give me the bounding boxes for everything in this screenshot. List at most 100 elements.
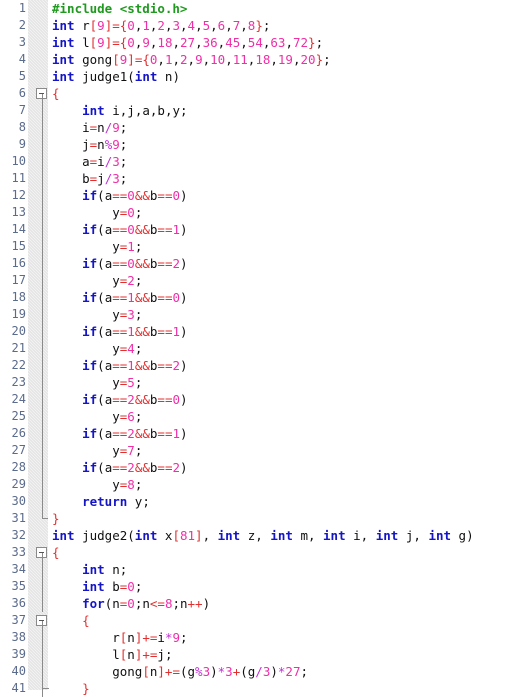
fold-column-cell[interactable]: [36, 544, 50, 561]
fold-column-cell[interactable]: [36, 102, 50, 119]
code-text[interactable]: int n;: [52, 561, 127, 578]
code-line[interactable]: 34 int n;: [0, 561, 506, 578]
fold-column-cell[interactable]: [36, 85, 50, 102]
fold-column-cell[interactable]: [36, 476, 50, 493]
code-text[interactable]: a=i/3;: [52, 153, 127, 170]
code-text[interactable]: return y;: [52, 493, 150, 510]
fold-column-cell[interactable]: [36, 187, 50, 204]
code-line[interactable]: 26 if(a==2&&b==1): [0, 425, 506, 442]
code-text[interactable]: int i,j,a,b,y;: [52, 102, 187, 119]
code-editor[interactable]: 1 #include <stdio.h> 2 int r[9]={0,1,2,3,4,…: [0, 0, 506, 697]
code-line[interactable]: 14 if(a==0&&b==1): [0, 221, 506, 238]
fold-column-cell[interactable]: [36, 425, 50, 442]
fold-column-cell[interactable]: [36, 255, 50, 272]
fold-column-cell[interactable]: [36, 17, 50, 34]
fold-column-cell[interactable]: [36, 391, 50, 408]
fold-column-cell[interactable]: [36, 510, 50, 527]
code-line[interactable]: 6{: [0, 85, 506, 102]
code-line[interactable]: 31}: [0, 510, 506, 527]
fold-column-cell[interactable]: [36, 629, 50, 646]
fold-column-cell[interactable]: [36, 374, 50, 391]
code-text[interactable]: y=7;: [52, 442, 142, 459]
code-line[interactable]: 17 y=2;: [0, 272, 506, 289]
code-line[interactable]: 16 if(a==0&&b==2): [0, 255, 506, 272]
code-text[interactable]: if(a==1&&b==2): [52, 357, 187, 374]
fold-column-cell[interactable]: [36, 68, 50, 85]
code-line[interactable]: 40 gong[n]+=(g%3)*3+(g/3)*27;: [0, 663, 506, 680]
fold-column-cell[interactable]: [36, 153, 50, 170]
code-text[interactable]: {: [52, 544, 60, 561]
code-line[interactable]: 10 a=i/3;: [0, 153, 506, 170]
code-line[interactable]: 7 int i,j,a,b,y;: [0, 102, 506, 119]
fold-column-cell[interactable]: [36, 663, 50, 680]
code-text[interactable]: int judge1(int n): [52, 68, 180, 85]
fold-column-cell[interactable]: [36, 459, 50, 476]
code-line[interactable]: 2 int r[9]={0,1,2,3,4,5,6,7,8};: [0, 17, 506, 34]
code-line[interactable]: 28 if(a==2&&b==2): [0, 459, 506, 476]
code-text[interactable]: y=4;: [52, 340, 142, 357]
fold-column-cell[interactable]: [36, 408, 50, 425]
fold-column-cell[interactable]: [36, 306, 50, 323]
fold-column-cell[interactable]: [36, 527, 50, 544]
code-text[interactable]: y=0;: [52, 204, 142, 221]
code-text[interactable]: b=j/3;: [52, 170, 127, 187]
code-text[interactable]: if(a==0&&b==1): [52, 221, 187, 238]
fold-column-cell[interactable]: [36, 612, 50, 629]
code-line[interactable]: 33 {: [0, 544, 506, 561]
code-line[interactable]: 27 y=7;: [0, 442, 506, 459]
code-line[interactable]: 20 if(a==1&&b==1): [0, 323, 506, 340]
code-line[interactable]: 19 y=3;: [0, 306, 506, 323]
code-text[interactable]: j=n%9;: [52, 136, 127, 153]
code-text[interactable]: int judge2(int x[81], int z, int m, int …: [52, 527, 474, 544]
code-text[interactable]: y=5;: [52, 374, 142, 391]
code-line[interactable]: 3 int l[9]={0,9,18,27,36,45,54,63,72};: [0, 34, 506, 51]
fold-column-cell[interactable]: [36, 221, 50, 238]
fold-column-cell[interactable]: [36, 0, 50, 17]
code-text[interactable]: for(n=0;n<=8;n++): [52, 595, 210, 612]
code-line[interactable]: 35 int b=0;: [0, 578, 506, 595]
fold-column-cell[interactable]: [36, 34, 50, 51]
code-line[interactable]: 21 y=4;: [0, 340, 506, 357]
code-rows-container[interactable]: 1 #include <stdio.h> 2 int r[9]={0,1,2,3,4,…: [0, 0, 506, 697]
code-line[interactable]: 29 y=8;: [0, 476, 506, 493]
fold-column-cell[interactable]: [36, 442, 50, 459]
code-text[interactable]: }: [52, 510, 60, 527]
code-line[interactable]: 38 r[n]+=i*9;: [0, 629, 506, 646]
code-line[interactable]: 11 b=j/3;: [0, 170, 506, 187]
code-line[interactable]: 5 int judge1(int n): [0, 68, 506, 85]
code-text[interactable]: if(a==2&&b==0): [52, 391, 187, 408]
code-text[interactable]: if(a==1&&b==0): [52, 289, 187, 306]
code-text[interactable]: r[n]+=i*9;: [52, 629, 187, 646]
code-text[interactable]: {: [52, 85, 60, 102]
fold-column-cell[interactable]: [36, 136, 50, 153]
code-line[interactable]: 22 if(a==1&&b==2): [0, 357, 506, 374]
fold-column-cell[interactable]: [36, 170, 50, 187]
fold-column-cell[interactable]: [36, 51, 50, 68]
code-line[interactable]: 39 l[n]+=j;: [0, 646, 506, 663]
code-line[interactable]: 15 y=1;: [0, 238, 506, 255]
code-line[interactable]: 8 i=n/9;: [0, 119, 506, 136]
code-text[interactable]: int r[9]={0,1,2,3,4,5,6,7,8};: [52, 17, 270, 34]
code-text[interactable]: if(a==2&&b==2): [52, 459, 187, 476]
code-text[interactable]: #include <stdio.h>: [52, 0, 187, 17]
code-line[interactable]: 9 j=n%9;: [0, 136, 506, 153]
fold-column-cell[interactable]: [36, 578, 50, 595]
fold-column-cell[interactable]: [36, 357, 50, 374]
fold-column-cell[interactable]: [36, 340, 50, 357]
code-line[interactable]: 37 {: [0, 612, 506, 629]
code-line[interactable]: 32 int judge2(int x[81], int z, int m, in…: [0, 527, 506, 544]
code-text[interactable]: {: [52, 612, 90, 629]
code-text[interactable]: int b=0;: [52, 578, 142, 595]
code-text[interactable]: y=3;: [52, 306, 142, 323]
code-line[interactable]: 12 if(a==0&&b==0): [0, 187, 506, 204]
code-text[interactable]: i=n/9;: [52, 119, 127, 136]
code-text[interactable]: if(a==1&&b==1): [52, 323, 187, 340]
code-line[interactable]: 24 if(a==2&&b==0): [0, 391, 506, 408]
code-line[interactable]: 30 return y;: [0, 493, 506, 510]
code-line[interactable]: 1 #include <stdio.h>: [0, 0, 506, 17]
fold-column-cell[interactable]: [36, 119, 50, 136]
code-text[interactable]: int gong[9]={0,1,2,9,10,11,18,19,20};: [52, 51, 331, 68]
code-line[interactable]: 23 y=5;: [0, 374, 506, 391]
code-line[interactable]: 4 int gong[9]={0,1,2,9,10,11,18,19,20};: [0, 51, 506, 68]
code-text[interactable]: if(a==2&&b==1): [52, 425, 187, 442]
